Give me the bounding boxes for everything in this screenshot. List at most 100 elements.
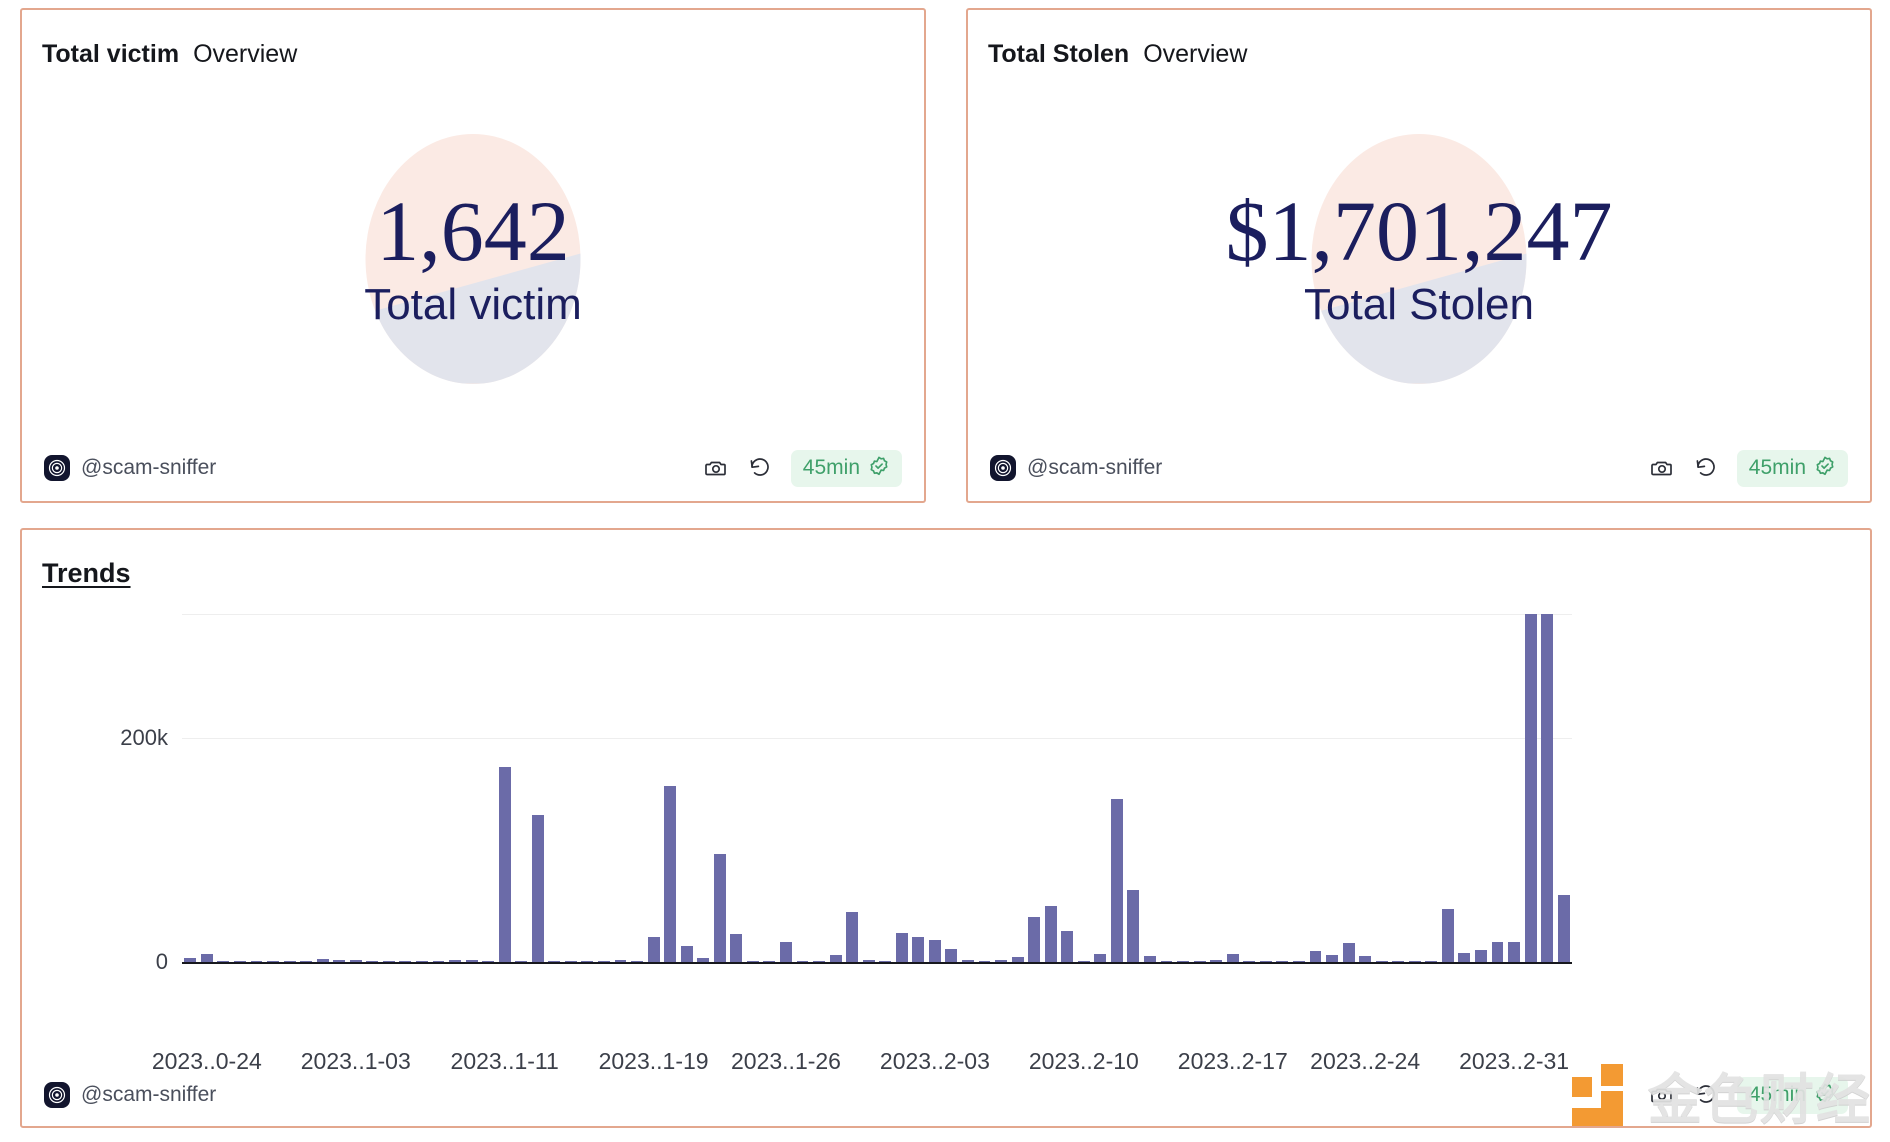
bar-slot[interactable] xyxy=(894,614,911,962)
bar-slot[interactable] xyxy=(993,614,1010,962)
chart-bar[interactable] xyxy=(267,960,279,962)
bar-slot[interactable] xyxy=(232,614,249,962)
chart-bar[interactable] xyxy=(217,960,230,962)
bar-slot[interactable] xyxy=(794,614,811,962)
data-freshness-badge[interactable]: 45min xyxy=(1736,1076,1848,1114)
bar-slot[interactable] xyxy=(1258,614,1275,962)
bar-slot[interactable] xyxy=(943,614,960,962)
chart-bar[interactable] xyxy=(1210,959,1223,962)
bar-slot[interactable] xyxy=(1440,614,1457,962)
chart-bar[interactable] xyxy=(333,959,346,962)
bar-slot[interactable] xyxy=(1506,614,1523,962)
bar-slot[interactable] xyxy=(199,614,216,962)
chart-bar[interactable] xyxy=(763,960,776,962)
chart-bar[interactable] xyxy=(597,960,610,962)
bar-slot[interactable] xyxy=(662,614,679,962)
chart-bar[interactable] xyxy=(465,959,478,962)
chart-bar[interactable] xyxy=(647,937,660,962)
chart-bar[interactable] xyxy=(1441,909,1454,962)
chart-bar[interactable] xyxy=(382,960,395,962)
chart-bar[interactable] xyxy=(432,960,445,962)
data-freshness-badge[interactable]: 45min xyxy=(1736,449,1848,487)
chart-bar[interactable] xyxy=(780,941,792,962)
chart-bar[interactable] xyxy=(300,960,313,962)
bar-slot[interactable] xyxy=(877,614,894,962)
chart-bar[interactable] xyxy=(746,960,759,962)
bar-slot[interactable] xyxy=(347,614,364,962)
chart-bar[interactable] xyxy=(945,948,958,962)
chart-bar[interactable] xyxy=(1259,960,1272,962)
chart-bar[interactable] xyxy=(1359,956,1372,962)
bar-slot[interactable] xyxy=(1489,614,1506,962)
bar-slot[interactable] xyxy=(1324,614,1341,962)
refresh-icon[interactable] xyxy=(747,455,773,481)
chart-bar[interactable] xyxy=(730,933,743,962)
bar-slot[interactable] xyxy=(1076,614,1093,962)
chart-bar[interactable] xyxy=(366,960,379,962)
chart-bar[interactable] xyxy=(581,960,594,962)
bar-slot[interactable] xyxy=(1009,614,1026,962)
chart-bar[interactable] xyxy=(1474,949,1487,962)
bar-slot[interactable] xyxy=(695,614,712,962)
chart-bar[interactable] xyxy=(316,959,329,962)
data-freshness-badge[interactable]: 45min xyxy=(790,449,902,487)
chart-bar[interactable] xyxy=(283,960,296,962)
chart-bar[interactable] xyxy=(449,960,461,962)
bar-slot[interactable] xyxy=(976,614,993,962)
bar-slot[interactable] xyxy=(1125,614,1142,962)
chart-bar[interactable] xyxy=(912,937,925,962)
bar-slot[interactable] xyxy=(265,614,282,962)
bar-slot[interactable] xyxy=(381,614,398,962)
bar-slot[interactable] xyxy=(529,614,546,962)
bar-slot[interactable] xyxy=(860,614,877,962)
chart-bar[interactable] xyxy=(515,960,528,962)
chart-bar[interactable] xyxy=(1127,890,1140,962)
bar-slot[interactable] xyxy=(596,614,613,962)
bar-slot[interactable] xyxy=(1158,614,1175,962)
chart-bar[interactable] xyxy=(1508,941,1520,962)
chart-bar[interactable] xyxy=(846,911,859,962)
chart-bar[interactable] xyxy=(1425,960,1438,962)
chart-bar[interactable] xyxy=(349,959,362,962)
chart-bar[interactable] xyxy=(531,815,544,962)
author-handle-group[interactable]: @scam-sniffer xyxy=(44,455,216,481)
chart-bar[interactable] xyxy=(995,960,1008,962)
bar-slot[interactable] xyxy=(1191,614,1208,962)
bar-slot[interactable] xyxy=(1473,614,1490,962)
chart-bar[interactable] xyxy=(1541,614,1554,962)
chart-bar[interactable] xyxy=(1458,953,1471,962)
bar-slot[interactable] xyxy=(579,614,596,962)
bar-slot[interactable] xyxy=(1109,614,1126,962)
bar-slot[interactable] xyxy=(645,614,662,962)
bar-slot[interactable] xyxy=(281,614,298,962)
chart-bar[interactable] xyxy=(1011,957,1024,962)
bar-slot[interactable] xyxy=(1241,614,1258,962)
refresh-icon[interactable] xyxy=(1693,1082,1719,1108)
bar-slot[interactable] xyxy=(1274,614,1291,962)
refresh-icon[interactable] xyxy=(1693,455,1719,481)
chart-bar[interactable] xyxy=(415,960,428,962)
bar-slot[interactable] xyxy=(298,614,315,962)
chart-bar[interactable] xyxy=(664,785,677,962)
author-handle-group[interactable]: @scam-sniffer xyxy=(44,1082,216,1108)
bar-slot[interactable] xyxy=(1340,614,1357,962)
chart-bar[interactable] xyxy=(1094,954,1107,962)
chart-bar[interactable] xyxy=(1028,917,1041,962)
chart-bar[interactable] xyxy=(1557,894,1570,962)
chart-bar[interactable] xyxy=(1193,960,1206,962)
chart-bar[interactable] xyxy=(498,766,511,962)
chart-bar[interactable] xyxy=(1160,960,1173,962)
chart-bar[interactable] xyxy=(713,854,726,962)
bar-slot[interactable] xyxy=(612,614,629,962)
chart-bar[interactable] xyxy=(1342,942,1355,962)
chart-bar[interactable] xyxy=(879,960,892,962)
bar-slot[interactable] xyxy=(1522,614,1539,962)
bar-slot[interactable] xyxy=(1406,614,1423,962)
bar-slot[interactable] xyxy=(761,614,778,962)
bar-slot[interactable] xyxy=(397,614,414,962)
chart-bar[interactable] xyxy=(1144,956,1156,962)
bar-slot[interactable] xyxy=(728,614,745,962)
bar-slot[interactable] xyxy=(1224,614,1241,962)
chart-bar[interactable] xyxy=(962,959,974,962)
bar-slot[interactable] xyxy=(1456,614,1473,962)
